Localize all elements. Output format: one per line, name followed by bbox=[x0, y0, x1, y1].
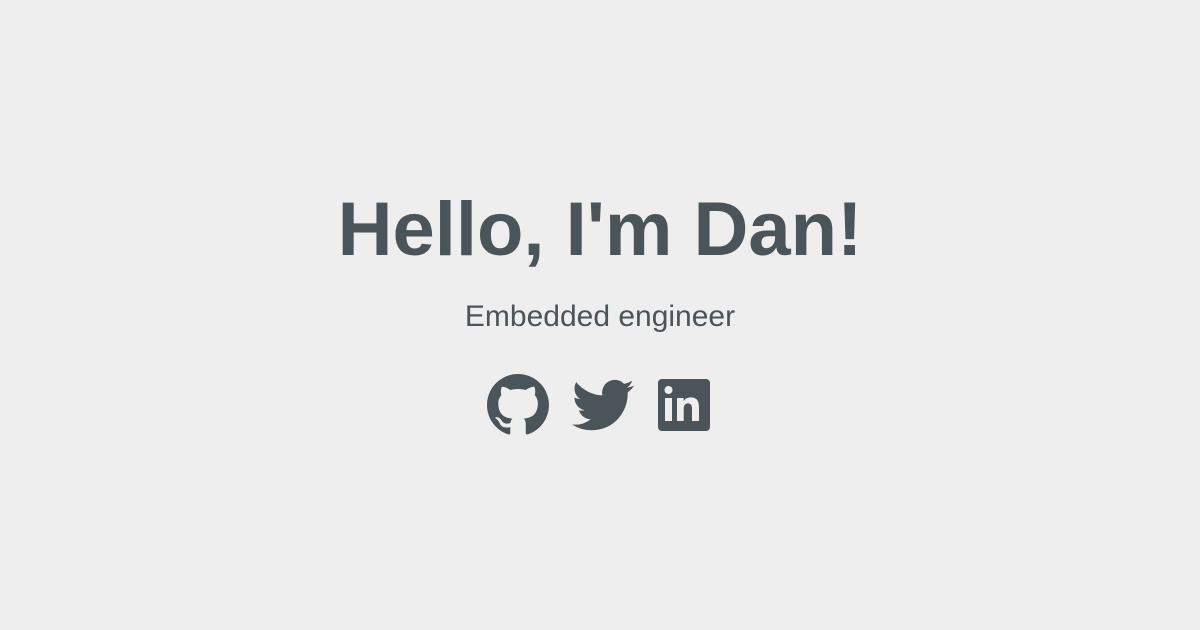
page-title: Hello, I'm Dan! bbox=[337, 187, 863, 272]
github-icon bbox=[487, 374, 549, 435]
linkedin-link[interactable] bbox=[656, 374, 712, 436]
landing-page: Hello, I'm Dan! Embedded engineer bbox=[0, 0, 1200, 630]
social-links bbox=[0, 374, 1200, 436]
twitter-link[interactable] bbox=[572, 374, 634, 436]
page-subtitle: Embedded engineer bbox=[464, 300, 736, 333]
twitter-icon bbox=[572, 379, 634, 431]
github-link[interactable] bbox=[487, 374, 549, 436]
linkedin-icon bbox=[658, 379, 710, 431]
